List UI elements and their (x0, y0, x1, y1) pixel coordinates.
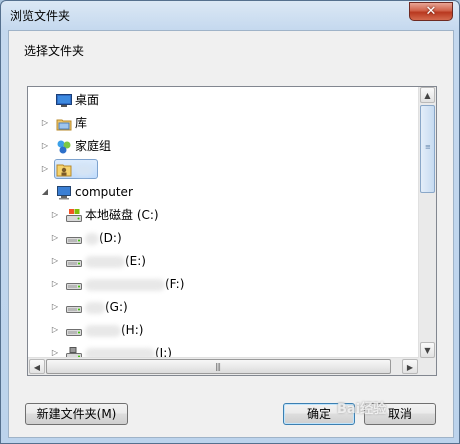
tree-item-label: (D:) (85, 227, 122, 249)
tree-item-text: (E:) (125, 254, 146, 268)
tree-item-text: 本地磁盘 (C:) (85, 208, 159, 222)
scroll-thumb[interactable]: ≡ (420, 105, 435, 193)
tree-item-label: 库 (75, 112, 87, 134)
drive-icon (66, 323, 82, 337)
redacted-name (85, 278, 165, 291)
user-folder-icon (56, 162, 72, 177)
redacted-name (75, 163, 93, 176)
expand-arrow-icon[interactable]: ▷ (50, 319, 60, 341)
watermark-logo: Bai经验 (337, 402, 387, 417)
expand-arrow-icon[interactable]: ▷ (40, 112, 50, 134)
horizontal-scrollbar[interactable]: ◀ ||| ▶ (28, 357, 419, 375)
folder-tree[interactable]: ▷网▷(I:)▷(H:)▷(G:)▷(F:)▷(E:)▷(D:)▷本地磁盘 (C… (27, 86, 437, 376)
tree-item-text: (D:) (99, 231, 122, 245)
drive-icon (66, 231, 82, 245)
title-bar: 浏览文件夹 ✕ (1, 1, 459, 29)
tree-item-text: 库 (75, 116, 88, 130)
drive-icon (66, 277, 82, 291)
scroll-down-button[interactable]: ▼ (420, 342, 435, 358)
expand-arrow-icon[interactable]: ▷ (50, 204, 60, 226)
tree-item-label: computer (75, 181, 133, 203)
horizontal-scroll-thumb[interactable]: ||| (46, 359, 391, 374)
tree-item-label: (G:) (85, 296, 128, 318)
tree-item-text: (H:) (121, 323, 144, 337)
tree-item-desktop[interactable]: 桌面 (28, 89, 418, 111)
tree-item-text: computer (75, 185, 133, 199)
tree-item-drive-e[interactable]: ▷ (E:) (28, 250, 418, 272)
tree-item-label: 本地磁盘 (C:) (85, 204, 159, 226)
tree-item-label: 家庭组 (75, 135, 111, 157)
drive-icon (66, 254, 82, 268)
tree-item-label: (F:) (85, 273, 184, 295)
expand-arrow-icon[interactable]: ▷ (40, 158, 50, 180)
tree-item-computer[interactable]: ◢ computer (28, 181, 418, 203)
scroll-grip-icon: ≡ (425, 143, 431, 151)
browse-folder-dialog: 浏览文件夹 ✕ 选择文件夹 ▷网▷(I:)▷(H:)▷(G:)▷(F:)▷(E:… (0, 0, 460, 444)
computer-icon (56, 185, 72, 200)
tree-item-libraries[interactable]: ▷ 库 (28, 112, 418, 134)
tree-item-drive-c[interactable]: ▷ 本地磁盘 (C:) (28, 204, 418, 226)
new-folder-button[interactable]: 新建文件夹(M) (25, 403, 128, 425)
redacted-name (85, 324, 121, 337)
tree-item-homegroup[interactable]: ▷ 家庭组 (28, 135, 418, 157)
tree-item-user-folder[interactable]: ▷ (28, 158, 418, 180)
library-folder-icon (56, 116, 72, 131)
scroll-right-button[interactable]: ▶ (402, 359, 418, 374)
homegroup-icon (56, 139, 72, 154)
drive-icon (66, 300, 82, 314)
scroll-up-button[interactable]: ▲ (420, 87, 435, 103)
tree-item-drive-f[interactable]: ▷ (F:) (28, 273, 418, 295)
redacted-name (85, 232, 99, 245)
expand-arrow-icon[interactable]: ▷ (50, 227, 60, 249)
tree-item-text: 桌面 (75, 93, 100, 107)
vertical-scrollbar[interactable]: ▲ ≡ ▼ (418, 87, 436, 358)
window-title: 浏览文件夹 (10, 9, 71, 23)
prompt-label: 选择文件夹 (24, 44, 85, 58)
tree-item-text: (F:) (165, 277, 185, 291)
scroll-left-button[interactable]: ◀ (29, 359, 45, 374)
desktop-icon (56, 93, 72, 107)
expand-arrow-icon[interactable]: ▷ (50, 250, 60, 272)
tree-item-label: 桌面 (75, 89, 99, 111)
system-drive-icon (66, 208, 82, 222)
expand-arrow-icon[interactable]: ▷ (50, 273, 60, 295)
dialog-body: 选择文件夹 ▷网▷(I:)▷(H:)▷(G:)▷(F:)▷(E:)▷(D:)▷本… (8, 30, 454, 438)
tree-item-drive-g[interactable]: ▷ (G:) (28, 296, 418, 318)
redacted-name (85, 301, 105, 314)
horizontal-grip-icon: ||| (215, 362, 221, 371)
tree-item-drive-h[interactable]: ▷ (H:) (28, 319, 418, 341)
expand-arrow-icon[interactable]: ▷ (50, 296, 60, 318)
redacted-name (85, 255, 125, 268)
scrollbar-corner (419, 358, 436, 375)
tree-item-label: (E:) (85, 250, 146, 272)
expand-arrow-icon[interactable]: ▷ (40, 135, 50, 157)
tree-item-drive-d[interactable]: ▷ (D:) (28, 227, 418, 249)
tree-item-text: 家庭组 (75, 139, 112, 153)
tree-item-label: (H:) (85, 319, 143, 341)
collapse-arrow-icon[interactable]: ◢ (40, 181, 50, 203)
tree-item-label (75, 158, 93, 180)
expand-arrow-icon (40, 89, 50, 111)
close-button[interactable]: ✕ (409, 2, 453, 21)
tree-item-text: (G:) (105, 300, 128, 314)
